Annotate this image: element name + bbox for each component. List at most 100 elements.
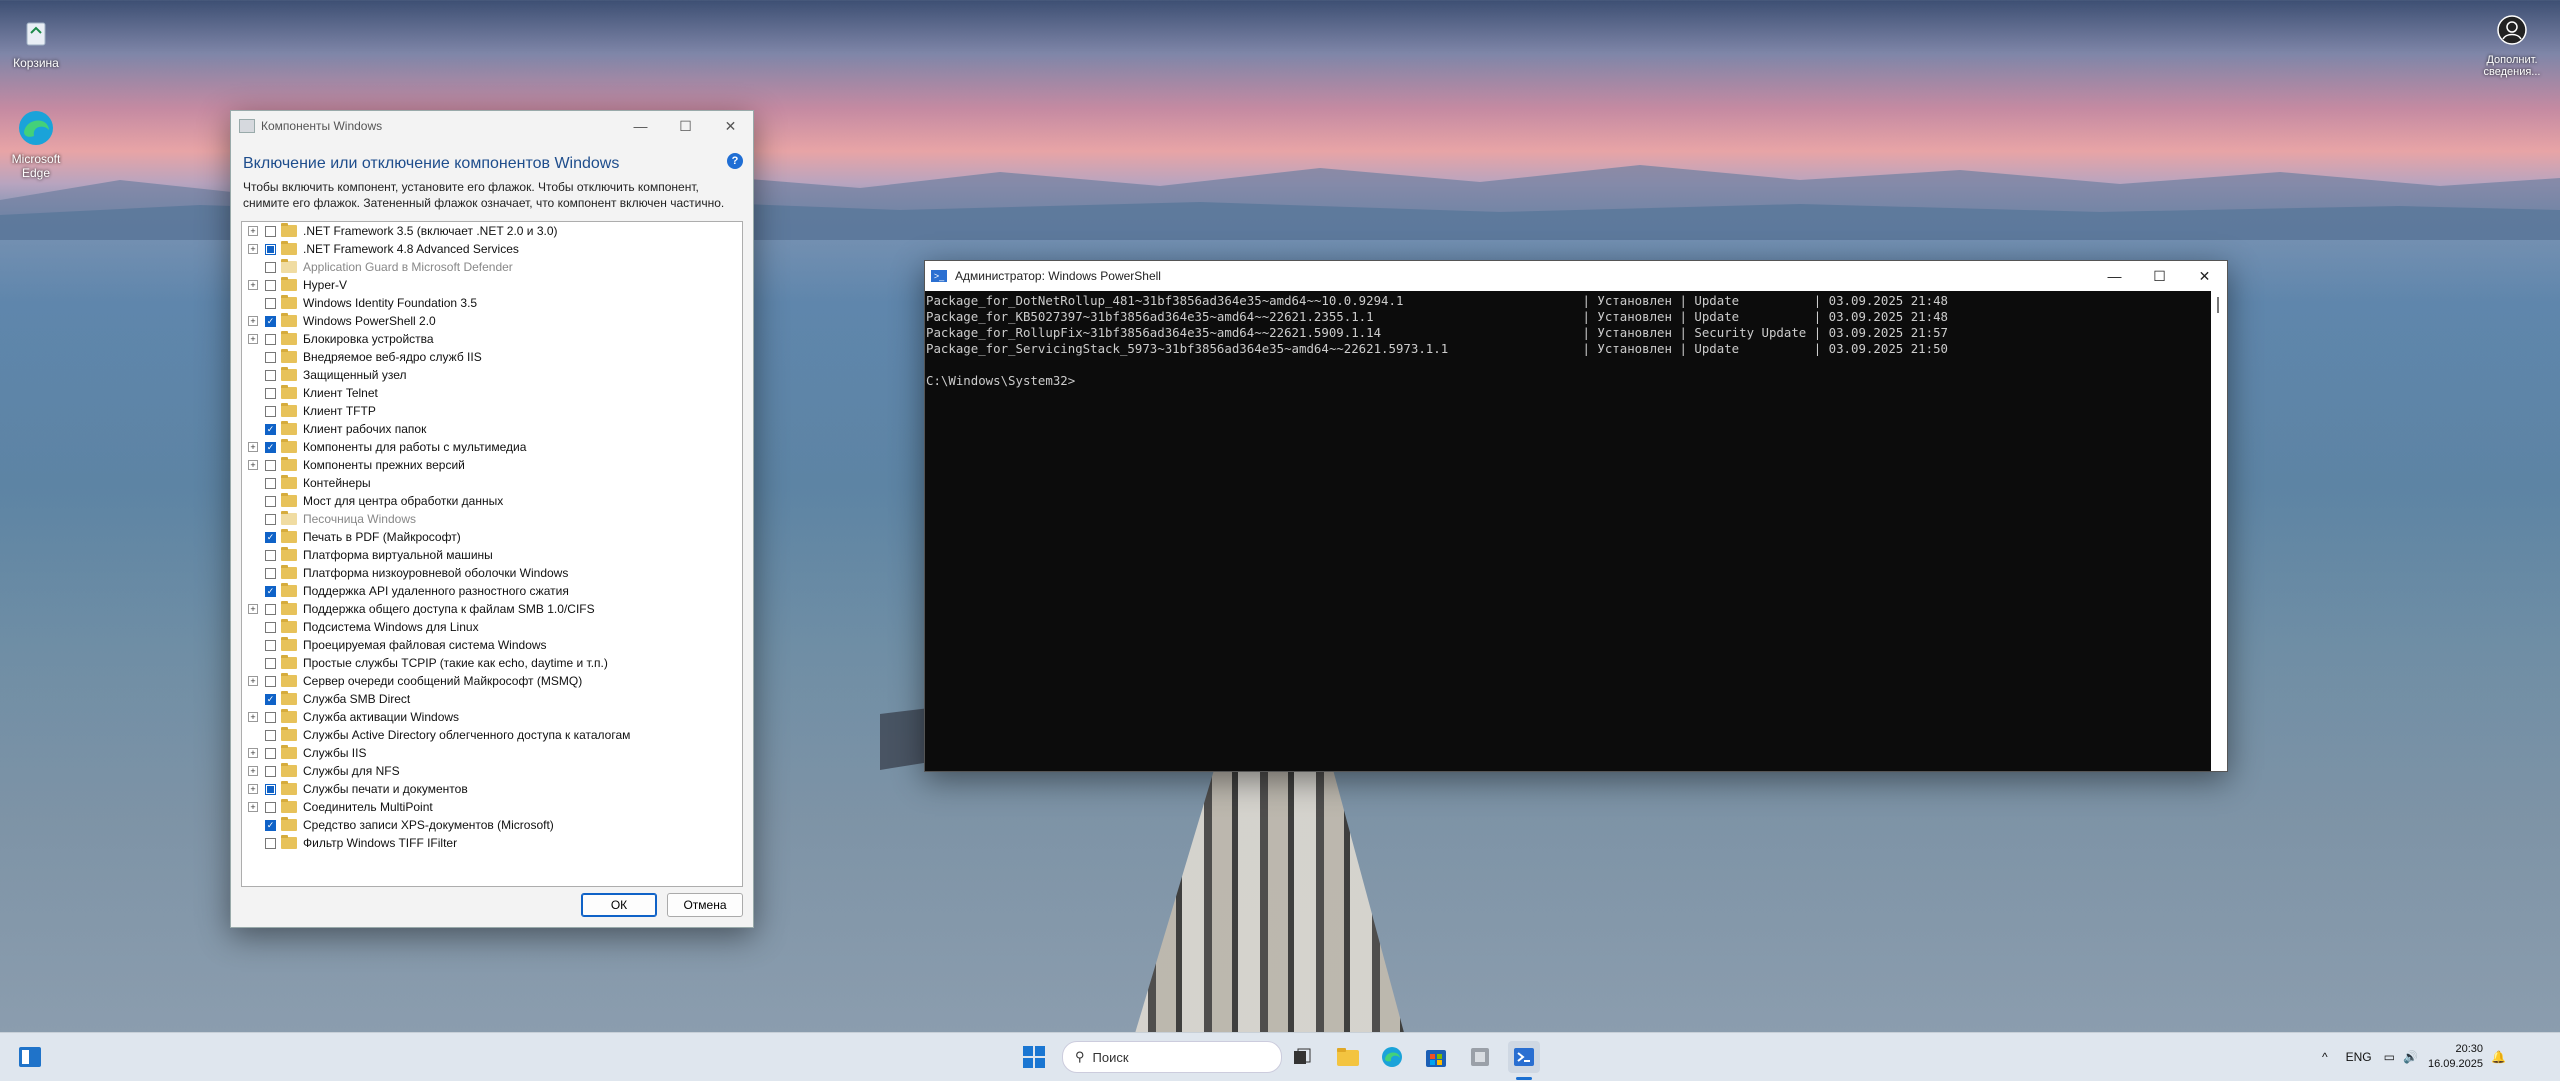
- feature-row[interactable]: Платформа виртуальной машины: [242, 546, 742, 564]
- close-button[interactable]: ✕: [2182, 261, 2227, 291]
- expand-icon[interactable]: +: [248, 802, 258, 812]
- feature-row[interactable]: Подсистема Windows для Linux: [242, 618, 742, 636]
- feature-row[interactable]: Application Guard в Microsoft Defender: [242, 258, 742, 276]
- feature-checkbox[interactable]: [265, 747, 276, 759]
- expand-icon[interactable]: +: [248, 766, 258, 776]
- feature-row[interactable]: + Блокировка устройства: [242, 330, 742, 348]
- feature-row[interactable]: Службы Active Directory облегченного дос…: [242, 726, 742, 744]
- clock[interactable]: 20:30 16.09.2025: [2428, 1042, 2483, 1072]
- feature-row[interactable]: Платформа низкоуровневой оболочки Window…: [242, 564, 742, 582]
- feature-row[interactable]: + Поддержка общего доступа к файлам SMB 1…: [242, 600, 742, 618]
- feature-checkbox[interactable]: [265, 513, 276, 525]
- feature-row[interactable]: + Соединитель MultiPoint: [242, 798, 742, 816]
- feature-checkbox[interactable]: [265, 333, 276, 345]
- minimize-button[interactable]: —: [618, 111, 663, 141]
- feature-row[interactable]: Клиент TFTP: [242, 402, 742, 420]
- help-icon[interactable]: ?: [727, 153, 743, 169]
- expand-icon[interactable]: +: [248, 244, 258, 254]
- feature-row[interactable]: + .NET Framework 4.8 Advanced Services: [242, 240, 742, 258]
- feature-checkbox[interactable]: ✓: [265, 585, 276, 597]
- feature-row[interactable]: Простые службы TCPIP (такие как echo, da…: [242, 654, 742, 672]
- feature-checkbox[interactable]: [265, 765, 276, 777]
- expand-icon[interactable]: +: [248, 748, 258, 758]
- settings-app-icon[interactable]: [1464, 1041, 1496, 1073]
- feature-row[interactable]: + ✓ Windows PowerShell 2.0: [242, 312, 742, 330]
- feature-checkbox[interactable]: ✓: [265, 315, 276, 327]
- expand-icon[interactable]: +: [248, 460, 258, 470]
- feature-row[interactable]: + Hyper-V: [242, 276, 742, 294]
- feature-row[interactable]: + Компоненты прежних версий: [242, 456, 742, 474]
- feature-checkbox[interactable]: [265, 477, 276, 489]
- feature-checkbox[interactable]: [265, 801, 276, 813]
- feature-checkbox[interactable]: [265, 495, 276, 507]
- expand-icon[interactable]: +: [248, 442, 258, 452]
- features-tree[interactable]: + .NET Framework 3.5 (включает .NET 2.0 и…: [241, 221, 743, 887]
- edge-taskbar-icon[interactable]: [1376, 1041, 1408, 1073]
- expand-icon[interactable]: +: [248, 712, 258, 722]
- feature-row[interactable]: + Службы для NFS: [242, 762, 742, 780]
- feature-checkbox[interactable]: [265, 621, 276, 633]
- feature-row[interactable]: ✓ Средство записи XPS-документов (Microso…: [242, 816, 742, 834]
- console-output[interactable]: Package_for_DotNetRollup_481~31bf3856ad3…: [925, 291, 2227, 389]
- feature-checkbox[interactable]: [265, 783, 276, 795]
- feature-row[interactable]: + Службы IIS: [242, 744, 742, 762]
- feature-checkbox[interactable]: [265, 261, 276, 273]
- scrollbar-thumb[interactable]: [2217, 297, 2219, 313]
- feature-row[interactable]: Контейнеры: [242, 474, 742, 492]
- feature-row[interactable]: + ✓ Компоненты для работы с мультимедиа: [242, 438, 742, 456]
- taskbar-search[interactable]: ⚲ Поиск: [1062, 1041, 1282, 1073]
- feature-checkbox[interactable]: [265, 459, 276, 471]
- expand-icon[interactable]: +: [248, 784, 258, 794]
- desktop-icon-user-info[interactable]: Дополнит. сведения...: [2476, 10, 2548, 78]
- store-icon[interactable]: [1420, 1041, 1452, 1073]
- feature-row[interactable]: Внедряемое веб-ядро служб IIS: [242, 348, 742, 366]
- feature-row[interactable]: Проецируемая файловая система Windows: [242, 636, 742, 654]
- feature-checkbox[interactable]: [265, 405, 276, 417]
- feature-checkbox[interactable]: [265, 657, 276, 669]
- maximize-button[interactable]: ☐: [2137, 261, 2182, 291]
- notification-bell-icon[interactable]: 🔔: [2491, 1050, 2506, 1064]
- feature-checkbox[interactable]: [265, 675, 276, 687]
- feature-row[interactable]: Windows Identity Foundation 3.5: [242, 294, 742, 312]
- minimize-button[interactable]: —: [2092, 261, 2137, 291]
- powershell-taskbar-icon[interactable]: [1508, 1041, 1540, 1073]
- feature-checkbox[interactable]: [265, 639, 276, 651]
- desktop-icon-edge[interactable]: Microsoft Edge: [0, 108, 72, 180]
- desktop-icon-recycle-bin[interactable]: Корзина: [0, 12, 72, 70]
- expand-icon[interactable]: +: [248, 316, 258, 326]
- maximize-button[interactable]: ☐: [663, 111, 708, 141]
- feature-row[interactable]: ✓ Поддержка API удаленного разностного сж…: [242, 582, 742, 600]
- feature-checkbox[interactable]: [265, 243, 276, 255]
- feature-checkbox[interactable]: ✓: [265, 441, 276, 453]
- expand-icon[interactable]: +: [248, 226, 258, 236]
- language-indicator[interactable]: ENG: [2346, 1050, 2372, 1064]
- feature-row[interactable]: Фильтр Windows TIFF IFilter: [242, 834, 742, 852]
- feature-row[interactable]: ✓ Клиент рабочих папок: [242, 420, 742, 438]
- task-view-icon[interactable]: [1286, 1041, 1318, 1073]
- feature-checkbox[interactable]: ✓: [265, 819, 276, 831]
- chevron-up-icon[interactable]: ^: [2322, 1050, 2328, 1064]
- widgets-icon[interactable]: [14, 1041, 46, 1073]
- feature-checkbox[interactable]: [265, 837, 276, 849]
- feature-row[interactable]: ✓ Печать в PDF (Майкрософт): [242, 528, 742, 546]
- expand-icon[interactable]: +: [248, 334, 258, 344]
- expand-icon[interactable]: +: [248, 604, 258, 614]
- feature-row[interactable]: Песочница Windows: [242, 510, 742, 528]
- feature-checkbox[interactable]: [265, 549, 276, 561]
- feature-checkbox[interactable]: ✓: [265, 693, 276, 705]
- feature-checkbox[interactable]: [265, 279, 276, 291]
- feature-row[interactable]: + Службы печати и документов: [242, 780, 742, 798]
- powershell-titlebar[interactable]: >_ Администратор: Windows PowerShell — ☐…: [925, 261, 2227, 291]
- feature-checkbox[interactable]: [265, 567, 276, 579]
- feature-row[interactable]: Мост для центра обработки данных: [242, 492, 742, 510]
- feature-row[interactable]: ✓ Служба SMB Direct: [242, 690, 742, 708]
- expand-icon[interactable]: +: [248, 676, 258, 686]
- feature-checkbox[interactable]: [265, 369, 276, 381]
- close-button[interactable]: ✕: [708, 111, 753, 141]
- expand-icon[interactable]: +: [248, 280, 258, 290]
- feature-checkbox[interactable]: ✓: [265, 423, 276, 435]
- ok-button[interactable]: ОК: [581, 893, 657, 917]
- console-scrollbar[interactable]: [2211, 291, 2227, 771]
- feature-checkbox[interactable]: ✓: [265, 531, 276, 543]
- volume-icon[interactable]: 🔊: [2403, 1050, 2418, 1064]
